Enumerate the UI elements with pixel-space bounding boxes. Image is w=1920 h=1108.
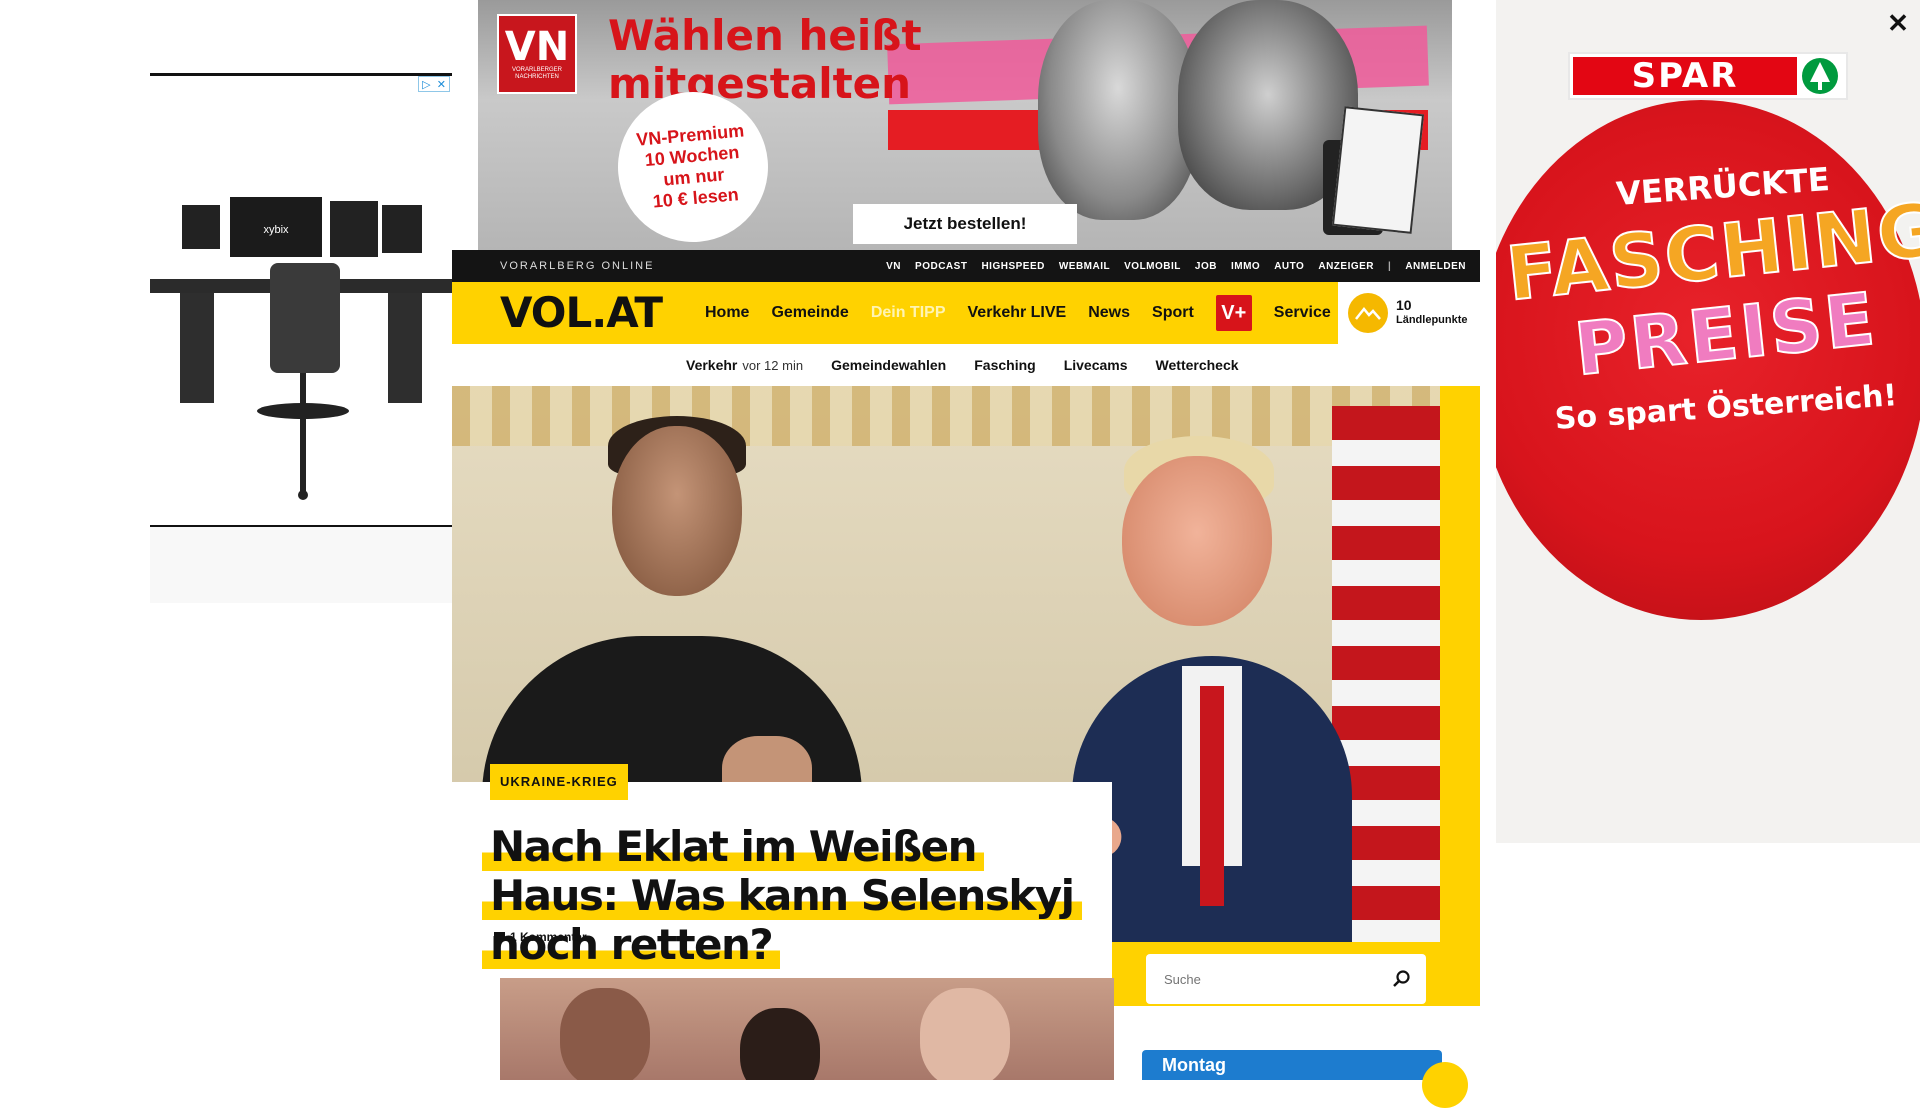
comments-link[interactable]: 1 Kommentar [494,930,587,944]
top-bar-links: VN PODCAST HIGHSPEED WEBMAIL VOLMOBIL JO… [886,250,1466,282]
hero-section: UKRAINE-KRIEG Nach Eklat im Weißen Haus:… [452,386,1480,1006]
article-title[interactable]: Nach Eklat im Weißen Haus: Was kann Sele… [482,822,1102,969]
hero-article-card[interactable]: UKRAINE-KRIEG Nach Eklat im Weißen Haus:… [452,764,1112,1006]
subnav-item-livecams[interactable]: Livecams [1064,357,1128,373]
points-value: 10 [1396,297,1412,313]
topbar-link-auto[interactable]: AUTO [1274,261,1304,272]
site-logo[interactable]: VOL.AT [500,282,663,344]
topbar-link-anzeiger[interactable]: ANZEIGER [1318,261,1374,272]
spar-logo: SPAR [1568,52,1848,100]
subnav-traffic[interactable]: Verkehr vor 12 min [686,357,803,373]
points-text: 10 Ländlepunkte [1396,298,1468,328]
spar-tree-icon [1797,57,1843,95]
person-image [740,1008,820,1080]
topbar-link-highspeed[interactable]: HIGHSPEED [981,261,1044,272]
ad-headline-line: Wählen heißt [608,11,922,60]
ad-bottom-fill [150,527,452,603]
nav-item-home[interactable]: Home [705,304,749,322]
search-input[interactable] [1146,954,1376,1004]
adchoices-icon[interactable]: ▷ ✕ [418,76,450,92]
weather-day: Montag [1162,1055,1226,1075]
person-right-head [1122,456,1272,626]
person-image [560,988,650,1080]
nav-item-sport[interactable]: Sport [1152,304,1194,322]
sub-nav: Verkehr vor 12 min Gemeindewahlen Faschin… [452,344,1480,386]
collage-face-image [1038,0,1198,220]
vn-logo-big: VN [504,24,570,70]
person-right-tie [1200,686,1224,906]
comments-count: 1 Kommentar [510,930,587,944]
subnav-traffic-label: Verkehr [686,357,738,373]
article-title-text: Nach Eklat im Weißen Haus: Was kann Sele… [482,822,1082,969]
topbar-link-webmail[interactable]: WEBMAIL [1059,261,1110,272]
promo-badge: VN-Premium 10 Wochen um nur 10 € lesen [611,85,775,249]
weather-widget[interactable]: Montag [1142,1050,1468,1108]
vplus-button[interactable]: V+ [1215,295,1252,331]
ad-headline: Wählen heißt mitgestalten [608,12,922,108]
vn-logo: VN VORARLBERGER NACHRICHTEN [497,14,577,94]
search-box [1146,954,1426,1004]
desk-workstation-image[interactable]: xybix [150,183,452,523]
subnav-item-wettercheck[interactable]: Wettercheck [1156,357,1239,373]
laendlepunkte-widget[interactable]: 10 Ländlepunkte [1338,282,1480,344]
left-skyscraper-ad[interactable]: ▷ ✕ xybix [150,73,452,603]
points-label: Ländlepunkte [1396,314,1468,326]
close-icon[interactable]: ✕ [1883,8,1913,38]
topbar-link-job[interactable]: JOB [1195,261,1217,272]
mountain-icon [1348,293,1388,333]
person-image [920,988,1010,1080]
topbar-separator: | [1388,260,1392,272]
desk-brand-label: xybix [263,224,289,236]
top-bar: VORARLBERG ONLINE VN PODCAST HIGHSPEED W… [452,250,1480,282]
top-banner-ad[interactable]: VN VORARLBERGER NACHRICHTEN Wählen heißt… [478,0,1452,250]
comment-icon [494,931,505,943]
topbar-link-podcast[interactable]: PODCAST [915,261,967,272]
subnav-item-gemeindewahlen[interactable]: Gemeindewahlen [831,357,946,373]
subnav-traffic-time: vor 12 min [742,358,804,373]
topbar-link-immo[interactable]: IMMO [1231,261,1260,272]
vn-logo-small: VORARLBERGER NACHRICHTEN [511,67,562,80]
top-bar-brand: VORARLBERG ONLINE [500,260,655,272]
login-link[interactable]: ANMELDEN [1405,261,1466,272]
nav-item-verkehr-live[interactable]: Verkehr LIVE [968,304,1067,322]
right-spar-ad[interactable]: SPAR ✕ VERRÜCKTE FASCHINGS PREISE So spa… [1496,0,1920,843]
search-icon[interactable] [1376,954,1426,1004]
main-header: VOL.AT Home Gemeinde Dein TIPP Verkehr L… [452,282,1480,344]
order-now-button[interactable]: Jetzt bestellen! [853,204,1077,244]
sun-icon [1422,1062,1468,1108]
second-article-image[interactable] [500,978,1114,1080]
nav-item-dein-tipp[interactable]: Dein TIPP [871,304,946,322]
topbar-link-vn[interactable]: VN [886,261,901,272]
vol-at-site: VORARLBERG ONLINE VN PODCAST HIGHSPEED W… [452,250,1480,1108]
topbar-link-volmobil[interactable]: VOLMOBIL [1124,261,1181,272]
newspaper-image [1331,106,1425,234]
subnav-item-fasching[interactable]: Fasching [974,357,1035,373]
spar-logo-text: SPAR [1573,56,1797,96]
nav-item-service[interactable]: Service [1274,304,1331,322]
nav-item-gemeinde[interactable]: Gemeinde [771,304,848,322]
main-nav: Home Gemeinde Dein TIPP Verkehr LIVE New… [705,282,1331,344]
category-tag[interactable]: UKRAINE-KRIEG [490,764,628,800]
nav-item-news[interactable]: News [1088,304,1130,322]
person-left-head [612,426,742,596]
wall-decoration [452,386,1440,446]
